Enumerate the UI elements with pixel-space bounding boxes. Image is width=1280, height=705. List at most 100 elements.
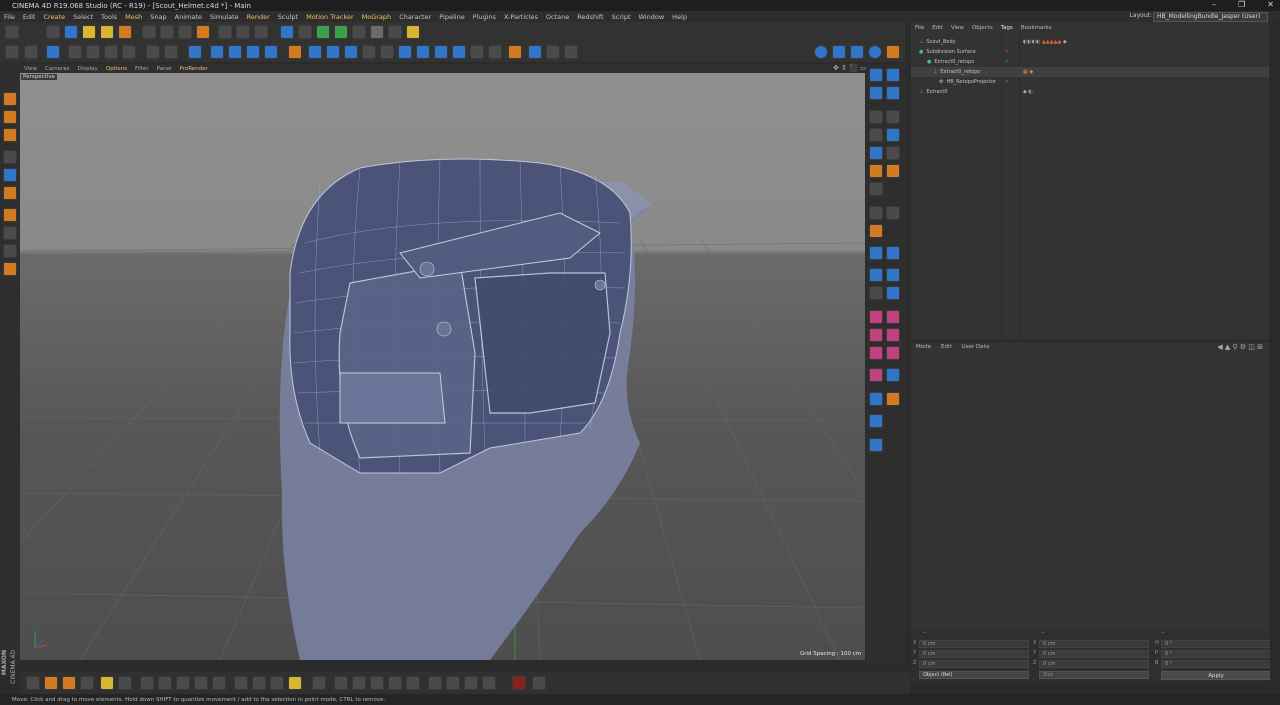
maximize-button[interactable]: ❐ xyxy=(1238,0,1245,9)
perspective-viewport[interactable] xyxy=(20,73,865,660)
brush-blue-icon[interactable] xyxy=(869,246,883,260)
tweak-mode-icon[interactable] xyxy=(122,45,136,59)
viewport-menu-panel[interactable]: Panel xyxy=(153,66,176,72)
workplane-icon[interactable] xyxy=(68,45,82,59)
connect-icon[interactable] xyxy=(464,676,478,690)
viewport-menu-view[interactable]: View xyxy=(20,66,41,72)
visibility-icon[interactable]: ✕ xyxy=(1005,49,1009,55)
pos-x-field[interactable]: 0 cm xyxy=(919,640,1029,648)
pink-half-icon[interactable] xyxy=(886,328,900,342)
pink-shape-alt-icon[interactable] xyxy=(886,310,900,324)
retopo-grid-icon[interactable] xyxy=(528,45,542,59)
light-icon[interactable] xyxy=(406,25,420,39)
polygon-pen-icon[interactable] xyxy=(288,45,302,59)
retopo-strip-icon[interactable] xyxy=(546,45,560,59)
brush-tool-icon[interactable] xyxy=(488,45,502,59)
object-mode-icon[interactable] xyxy=(3,150,17,164)
minimize-button[interactable]: – xyxy=(1212,0,1216,9)
paint-tool-icon[interactable] xyxy=(869,268,883,282)
pos-z-field[interactable]: 0 cm xyxy=(919,660,1029,668)
uv-grid-icon[interactable] xyxy=(118,676,132,690)
relax-icon[interactable] xyxy=(370,676,384,690)
menu-plugins[interactable]: Plugins xyxy=(469,13,500,21)
attr-nav-icons[interactable]: ◀ ▲ ⚲ ⚙ ◫ ⊞ xyxy=(1217,343,1263,351)
gear-cluster-icon[interactable] xyxy=(869,286,883,300)
pink-cube-icon[interactable] xyxy=(886,346,900,360)
rot-b-field[interactable]: 0 ° xyxy=(1161,660,1271,668)
grid-tool-icon[interactable] xyxy=(886,146,900,160)
subdivision-generator-icon[interactable] xyxy=(316,25,330,39)
y-axis-lock-icon[interactable] xyxy=(160,25,174,39)
viewport-nav-icons[interactable]: ✥ ⇕ ⬛ ▭ xyxy=(833,64,867,72)
solo-icon[interactable] xyxy=(3,226,17,240)
iron-tool-icon[interactable] xyxy=(452,45,466,59)
shapes-tool-icon[interactable] xyxy=(886,268,900,282)
viewport-menu-prorender[interactable]: ProRender xyxy=(176,66,212,72)
live-selection-icon[interactable] xyxy=(46,25,60,39)
object-row[interactable]: ● Extract0_retopo ✓ xyxy=(911,57,1269,67)
stitch-tool-icon[interactable] xyxy=(434,45,448,59)
object-row[interactable]: ⊥ Extract0_retopo ▦ ◆ xyxy=(911,67,1269,77)
viewport-menu-filter[interactable]: Filter xyxy=(131,66,153,72)
extrude-tool-icon[interactable] xyxy=(326,45,340,59)
timeline-icon[interactable] xyxy=(532,676,546,690)
snap-icon[interactable] xyxy=(46,45,60,59)
viewport-menu-options[interactable]: Options xyxy=(102,66,131,72)
brush-blue-alt-icon[interactable] xyxy=(886,246,900,260)
box-icon[interactable] xyxy=(886,164,900,178)
symmetry-icon[interactable] xyxy=(869,146,883,160)
menu-pipeline[interactable]: Pipeline xyxy=(435,13,468,21)
om-menu-objects[interactable]: Objects xyxy=(968,25,997,35)
display-sphere-icon[interactable] xyxy=(814,45,828,59)
object-row[interactable]: ⊥ Extract0 ◆ ◐ xyxy=(911,87,1269,97)
lines-mode-icon[interactable] xyxy=(850,45,864,59)
animation-mode-icon[interactable] xyxy=(86,45,100,59)
point-mode-icon[interactable] xyxy=(3,168,17,182)
pipe-tool-icon[interactable] xyxy=(869,414,883,428)
om-menu-file[interactable]: File xyxy=(911,25,928,35)
rot-h-field[interactable]: 0 ° xyxy=(1161,640,1271,648)
polygon-mode-icon[interactable] xyxy=(3,186,17,200)
menu-file[interactable]: File xyxy=(0,13,19,21)
menu-motion-tracker[interactable]: Motion Tracker xyxy=(302,13,358,21)
magnify-icon[interactable] xyxy=(80,676,94,690)
menu-tools[interactable]: Tools xyxy=(97,13,121,21)
edges-mode-icon[interactable] xyxy=(164,45,178,59)
sculpt-ball-icon[interactable] xyxy=(869,206,883,220)
menu-animate[interactable]: Animate xyxy=(171,13,206,21)
menu-character[interactable]: Character xyxy=(395,13,435,21)
menu-window[interactable]: Window xyxy=(635,13,669,21)
spline-tool-icon[interactable] xyxy=(26,676,40,690)
l-shape-icon[interactable] xyxy=(3,208,17,222)
menu-octane[interactable]: Octane xyxy=(542,13,573,21)
close-button[interactable]: ✕ xyxy=(1267,0,1274,9)
om-menu-view[interactable]: View xyxy=(947,25,968,35)
menu-redshift[interactable]: Redshift xyxy=(573,13,607,21)
shading-mode-icon[interactable] xyxy=(868,45,882,59)
column-tool-icon[interactable] xyxy=(886,286,900,300)
polygons-mode-icon[interactable] xyxy=(188,45,202,59)
cube-primitive-icon[interactable] xyxy=(280,25,294,39)
boolean-icon[interactable] xyxy=(406,676,420,690)
menu-sculpt[interactable]: Sculpt xyxy=(274,13,302,21)
distribute-icon[interactable] xyxy=(334,676,348,690)
menu-help[interactable]: Help xyxy=(668,13,691,21)
spline-pen-icon[interactable] xyxy=(298,25,312,39)
camera-icon[interactable] xyxy=(388,25,402,39)
retopo-tool-icon[interactable] xyxy=(869,68,883,82)
s-snap-icon[interactable] xyxy=(3,244,17,258)
render-settings-icon[interactable] xyxy=(254,25,268,39)
cube-blue-icon[interactable] xyxy=(869,438,883,452)
menu-render[interactable]: Render xyxy=(243,13,274,21)
loop-cut-icon[interactable] xyxy=(362,45,376,59)
texture-mode-icon[interactable] xyxy=(24,45,38,59)
cloner-icon[interactable] xyxy=(334,25,348,39)
viewport-menu-cameras[interactable]: Cameras xyxy=(41,66,73,72)
layout-dropdown[interactable]: HB_ModellingBundle_Jasper (User) xyxy=(1153,12,1268,22)
weight-icon[interactable] xyxy=(446,676,460,690)
side-tabs[interactable] xyxy=(1270,22,1280,692)
sculpt-red-icon[interactable] xyxy=(869,224,883,238)
floor-icon[interactable] xyxy=(370,25,384,39)
display-mode-icon[interactable] xyxy=(832,45,846,59)
pos-y-field[interactable]: 0 cm xyxy=(919,650,1029,658)
